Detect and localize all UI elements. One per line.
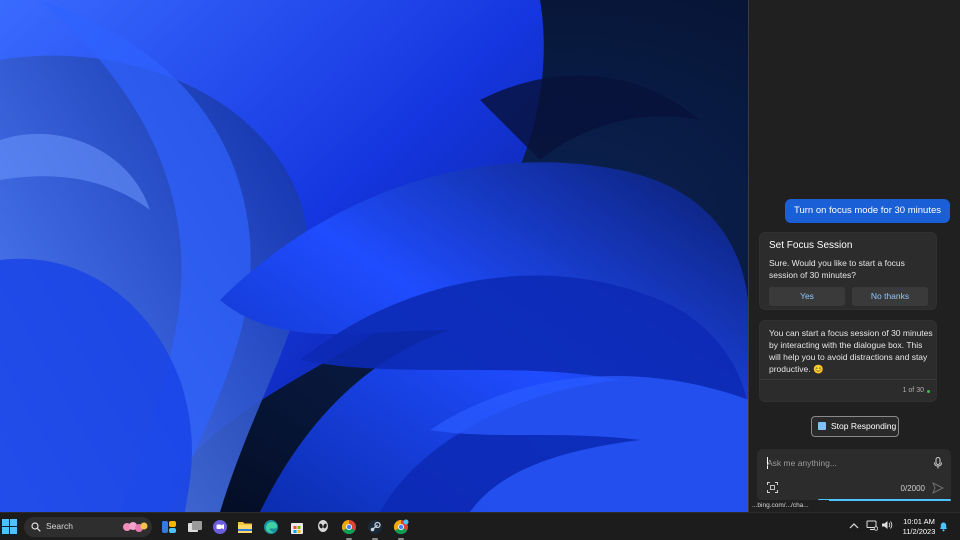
chat-input-placeholder[interactable]: Ask me anything... xyxy=(767,458,837,468)
chrome-icon[interactable] xyxy=(341,519,357,535)
stop-responding-button[interactable]: Stop Responding xyxy=(811,416,899,437)
search-label: Search xyxy=(46,521,73,531)
stop-square-icon xyxy=(818,422,826,430)
teams-chat-icon[interactable] xyxy=(212,519,228,535)
wallpaper-bloom-image xyxy=(0,0,749,512)
clock-date: 11/2/2023 xyxy=(902,527,936,536)
copilot-panel: Turn on focus mode for 30 minutes Set Fo… xyxy=(748,0,960,512)
edge-icon[interactable] xyxy=(263,519,279,535)
response-divider xyxy=(760,379,936,380)
chrome-canary-icon[interactable] xyxy=(393,519,409,535)
status-url-tooltip: ...bing.com/.../cha... xyxy=(749,500,829,512)
taskbar-search-box[interactable]: Search xyxy=(24,517,152,537)
network-icon[interactable] xyxy=(866,519,878,531)
response-counter: 1 of 30 xyxy=(902,387,924,394)
stop-responding-label: Stop Responding xyxy=(831,421,897,431)
status-dot xyxy=(927,390,930,393)
focus-session-card: Set Focus Session Sure. Would you like t… xyxy=(759,232,937,310)
char-counter: 0/2000 xyxy=(900,484,925,493)
alienware-icon[interactable] xyxy=(315,519,331,535)
steam-icon[interactable] xyxy=(367,519,383,535)
search-highlight-icon xyxy=(123,522,148,532)
user-message-bubble: Turn on focus mode for 30 minutes xyxy=(785,199,950,223)
microphone-icon[interactable] xyxy=(933,457,943,469)
windows-start-icon[interactable] xyxy=(2,519,17,534)
task-view-icon[interactable] xyxy=(187,519,203,535)
notification-bell-icon[interactable] xyxy=(938,521,949,532)
taskbar-clock[interactable]: 10:01 AM 11/2/2023 xyxy=(897,517,941,537)
file-explorer-icon[interactable] xyxy=(237,519,253,535)
loading-progress-bar xyxy=(818,499,951,501)
chevron-up-icon[interactable] xyxy=(849,521,859,531)
response-text: You can start a focus session of 30 minu… xyxy=(769,328,933,374)
clock-time: 10:01 AM xyxy=(903,517,935,526)
widgets-icon[interactable] xyxy=(161,519,177,535)
chat-input-box[interactable]: Ask me anything... 0/2000 xyxy=(757,449,951,501)
desktop-wallpaper xyxy=(0,0,749,512)
microsoft-store-icon[interactable] xyxy=(289,519,305,535)
taskbar: Search 10:01 AM 11/2/2023 xyxy=(0,512,960,540)
volume-icon[interactable] xyxy=(881,519,893,531)
no-thanks-button[interactable]: No thanks xyxy=(852,287,928,306)
yes-button[interactable]: Yes xyxy=(769,287,845,306)
focus-card-title: Set Focus Session xyxy=(769,240,853,251)
copilot-response-card: You can start a focus session of 30 minu… xyxy=(759,320,937,402)
image-scan-icon[interactable] xyxy=(767,482,778,493)
send-icon[interactable] xyxy=(932,482,944,494)
focus-card-body: Sure. Would you like to start a focus se… xyxy=(769,258,905,280)
search-icon xyxy=(31,522,41,532)
